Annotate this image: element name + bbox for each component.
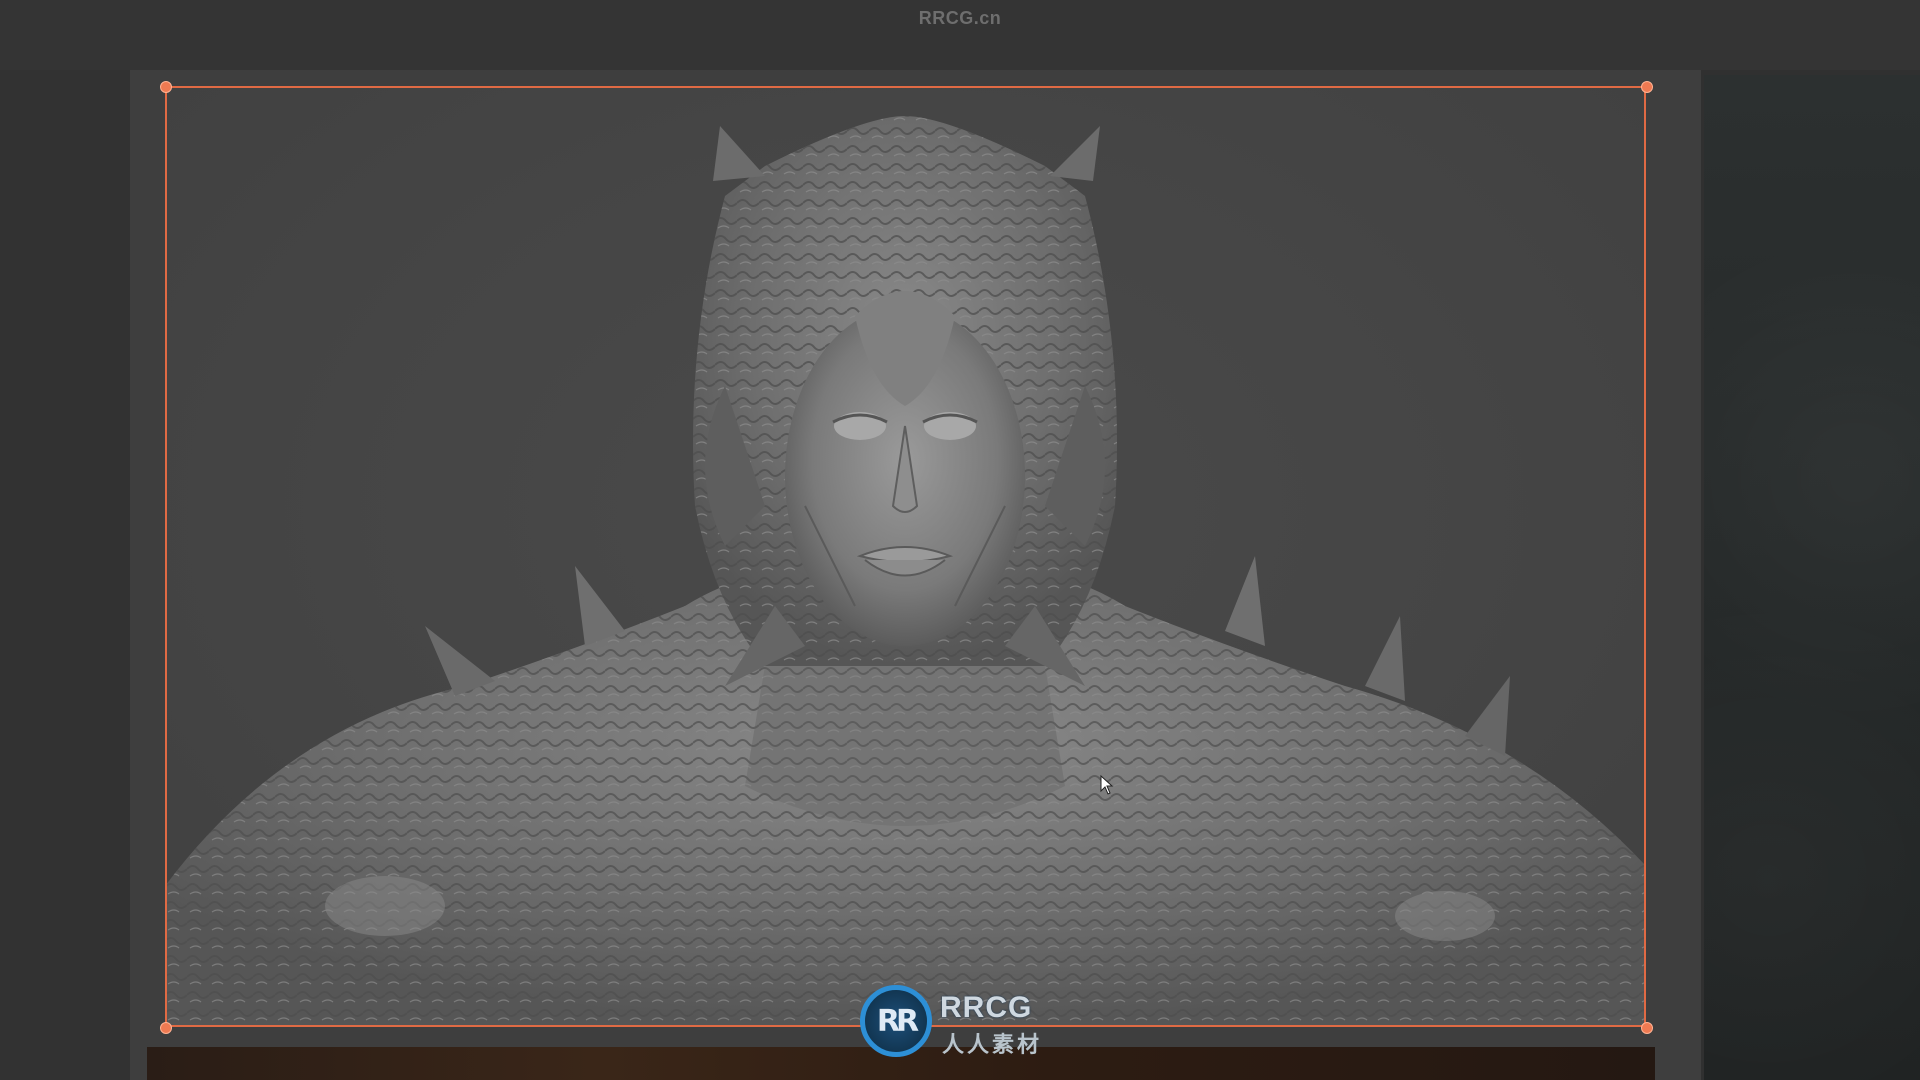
selection-frame[interactable]: [165, 86, 1646, 1027]
resize-handle-top-right[interactable]: [1641, 81, 1653, 93]
panel-texture: [1704, 75, 1920, 1080]
logo-subtitle: 人人素材: [942, 1033, 1043, 1058]
logo-mark: RR: [876, 1003, 919, 1039]
left-gutter: [0, 70, 130, 1080]
logo-name: RRCG: [940, 991, 1033, 1024]
top-watermark: RRCG.cn: [918, 8, 1002, 28]
resize-handle-bottom-right[interactable]: [1641, 1022, 1653, 1034]
resize-handle-top-left[interactable]: [160, 81, 172, 93]
reference-panel: [1704, 75, 1920, 1080]
mouse-cursor-icon: [1100, 775, 1114, 795]
brand-logo: RR RRCG 人人素材: [860, 985, 1070, 1058]
resize-handle-bottom-left[interactable]: [160, 1022, 172, 1034]
app-window: RRCG.cn RR RRCG 人人素材: [0, 0, 1920, 1080]
logo-ring-icon: RR: [860, 985, 932, 1057]
top-bar: RRCG.cn: [0, 0, 1920, 70]
